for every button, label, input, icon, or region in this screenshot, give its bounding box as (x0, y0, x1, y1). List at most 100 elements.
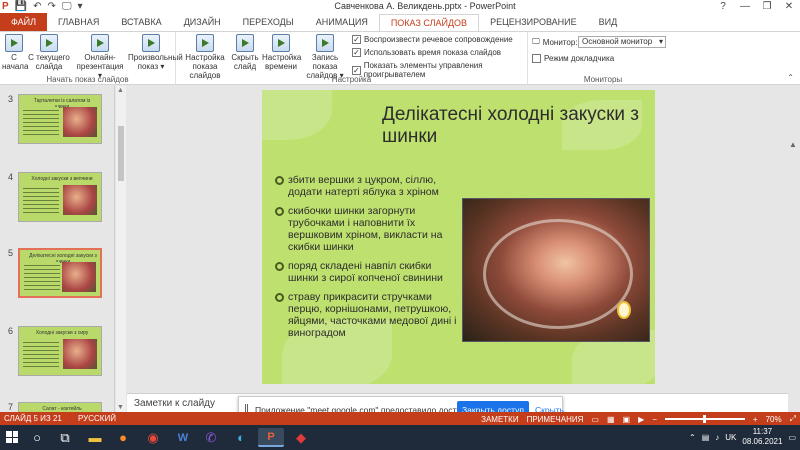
search-icon[interactable]: ○ (24, 428, 50, 447)
title-bar: P 💾 ↶ ↷ 🖵 ▾ Савченкова А. Великдень.pptx… (0, 0, 800, 13)
notes-toggle[interactable]: ЗАМЕТКИ (481, 415, 518, 424)
thumbnail-slide-4[interactable]: 4 Холодні закуски з вепчини (8, 172, 106, 232)
group-setup: Настройка показа слайдов Скрыть слайд На… (176, 32, 528, 85)
undo-icon[interactable]: ↶ (33, 1, 41, 12)
slide-bullets[interactable]: збити вершки з цукром, сіллю, додати нат… (274, 174, 459, 346)
minimize-button[interactable]: — (734, 0, 756, 13)
network-icon[interactable]: ▤ (702, 433, 710, 442)
tab-review[interactable]: РЕЦЕНЗИРОВАНИЕ (479, 13, 588, 31)
language-indicator[interactable]: РУССКИЙ (78, 414, 116, 423)
document-title: Савченкова А. Великдень.pptx - PowerPoin… (334, 1, 516, 11)
windows-taskbar: ○ ⧉ ▬ ● ◉ W ✆ ◐ P ◆ ⌃ ▤ ♪ UK 11:37 08.06… (0, 425, 800, 450)
firefox-icon[interactable]: ● (110, 428, 136, 447)
slide-title[interactable]: Делікатесні холодні закуски з шинки (382, 104, 652, 148)
monitor-icon: 🖵 (532, 37, 540, 46)
presenter-view-checkbox[interactable]: Режим докладчика (532, 54, 614, 63)
edge-icon[interactable]: ◐ (228, 428, 254, 447)
customize-qat-icon[interactable]: ▾ (78, 1, 83, 12)
acrobat-icon[interactable]: ◆ (288, 428, 314, 447)
reading-view-icon[interactable]: ▣ (623, 415, 631, 424)
slideshow-icon[interactable]: 🖵 (62, 1, 72, 12)
setup-icon (196, 34, 214, 52)
play-narrations-checkbox[interactable]: ✓ Воспроизвести речевое сопровождение (352, 35, 513, 44)
scrollbar-thumb[interactable] (118, 126, 124, 181)
comments-toggle[interactable]: ПРИМЕЧАНИЯ (527, 415, 584, 424)
tray-overflow-icon[interactable]: ⌃ (689, 433, 696, 442)
redo-icon[interactable]: ↷ (48, 1, 56, 12)
tab-insert[interactable]: ВСТАВКА (110, 13, 172, 31)
monitor-label: 🖵 Монитор: (532, 37, 578, 47)
ham-rolls-photo[interactable] (462, 198, 650, 342)
powerpoint-icon[interactable]: P (258, 428, 284, 447)
word-icon[interactable]: W (170, 428, 196, 447)
canvas-scroll-up-icon[interactable]: ▲ (789, 140, 797, 149)
viber-icon[interactable]: ✆ (198, 428, 224, 447)
preview-text-lines (24, 262, 60, 292)
bullet-item: поряд складені навпіл скибки шинки з сир… (274, 260, 459, 284)
collapse-ribbon-icon[interactable]: ⌃ (787, 73, 794, 82)
volume-icon[interactable]: ♪ (715, 433, 719, 442)
group-label: Настройка (331, 75, 372, 84)
keyboard-language[interactable]: UK (725, 433, 736, 442)
bullet-item: скибочки шинки загорнути трубочками і на… (274, 205, 459, 253)
checkbox-icon: ✓ (352, 48, 361, 57)
play-icon (5, 34, 23, 52)
start-button[interactable] (6, 431, 18, 443)
tab-home[interactable]: ГЛАВНАЯ (47, 13, 110, 31)
ribbon: С начала С текущего слайда Онлайн-презен… (0, 31, 800, 85)
custom-show-icon (142, 34, 160, 52)
chrome-icon[interactable]: ◉ (140, 428, 166, 447)
powerpoint-logo-icon: P (2, 1, 9, 12)
explorer-icon[interactable]: ▬ (82, 428, 108, 447)
from-current-button[interactable]: С текущего слайда (28, 34, 70, 71)
clock-date: 08.06.2021 (742, 437, 783, 446)
online-presentation-button[interactable]: Онлайн-презентация ▾ (74, 34, 126, 80)
record-show-button[interactable]: Запись показа слайдов ▾ (302, 34, 348, 80)
thumbnail-slide-3[interactable]: 3 Тарталетки із салатом із шинки (8, 94, 106, 154)
bullet-item: збити вершки з цукром, сіллю, додати нат… (274, 174, 459, 198)
help-button[interactable]: ? (712, 0, 734, 13)
tab-file[interactable]: ФАЙЛ (0, 13, 48, 31)
normal-view-icon[interactable]: ▭ (591, 415, 599, 424)
tab-slideshow[interactable]: ПОКАЗ СЛАЙДОВ (378, 14, 480, 31)
task-view-icon[interactable]: ⧉ (52, 428, 78, 447)
thumbnails-scrollbar[interactable]: ▲ ▼ (116, 86, 126, 412)
thumbnail-slide-6[interactable]: 6 Холодні закуски з сиру (8, 326, 106, 386)
tab-view[interactable]: ВИД (588, 13, 629, 31)
thumbnail-slide-7[interactable]: 7 Салат - коктейль (8, 402, 106, 412)
close-button[interactable]: ✕ (778, 0, 800, 13)
slide-preview-title: Холодні закуски з сиру (35, 330, 89, 336)
hide-slide-button[interactable]: Скрыть слайд (230, 34, 260, 71)
current-slide[interactable]: Делікатесні холодні закуски з шинки збит… (262, 90, 655, 384)
quick-access-toolbar: P 💾 ↶ ↷ 🖵 ▾ (2, 0, 83, 13)
restore-button[interactable]: ❐ (756, 0, 778, 13)
notifications-icon[interactable]: ▭ (788, 433, 796, 442)
slideshow-view-icon[interactable]: ▶ (638, 415, 644, 424)
tab-design[interactable]: ДИЗАЙН (173, 13, 232, 31)
from-start-button[interactable]: С начала (2, 34, 28, 71)
monitor-select[interactable]: Основной монитор (578, 36, 666, 48)
zoom-level[interactable]: 70% (766, 415, 782, 424)
sorter-view-icon[interactable]: ▦ (607, 415, 615, 424)
scroll-up-icon[interactable]: ▲ (117, 87, 124, 94)
save-icon[interactable]: 💾 (15, 1, 27, 12)
fit-slide-icon[interactable]: ⤢ (790, 414, 796, 424)
thumbnail-slide-5[interactable]: 5 Делікатесні холодні закуски з шинки (8, 248, 106, 308)
bullet-item: страву прикрасити стручками перцю, корні… (274, 291, 459, 339)
custom-show-button[interactable]: Произвольный показ ▾ (128, 34, 183, 71)
use-timings-checkbox[interactable]: ✓ Использовать время показа слайдов (352, 48, 501, 57)
plate-shape (483, 219, 633, 329)
slide-preview-title: Холодні закуски з вепчини (31, 176, 93, 182)
zoom-slider[interactable] (664, 415, 745, 423)
group-monitors: 🖵Монитор: Основной монитор Режим докладч… (528, 32, 678, 85)
tab-transitions[interactable]: ПЕРЕХОДЫ (232, 13, 305, 31)
rehearse-timings-button[interactable]: Настройка времени (262, 34, 301, 71)
notes-placeholder: Заметки к слайду (134, 398, 215, 409)
tab-animations[interactable]: АНИМАЦИЯ (305, 13, 379, 31)
globe-icon (91, 34, 109, 52)
zoom-out-button[interactable]: − (652, 415, 657, 424)
zoom-in-button[interactable]: + (753, 415, 758, 424)
scroll-down-icon[interactable]: ▼ (117, 404, 124, 411)
clock[interactable]: 11:37 08.06.2021 (742, 427, 782, 447)
setup-show-button[interactable]: Настройка показа слайдов (180, 34, 230, 80)
